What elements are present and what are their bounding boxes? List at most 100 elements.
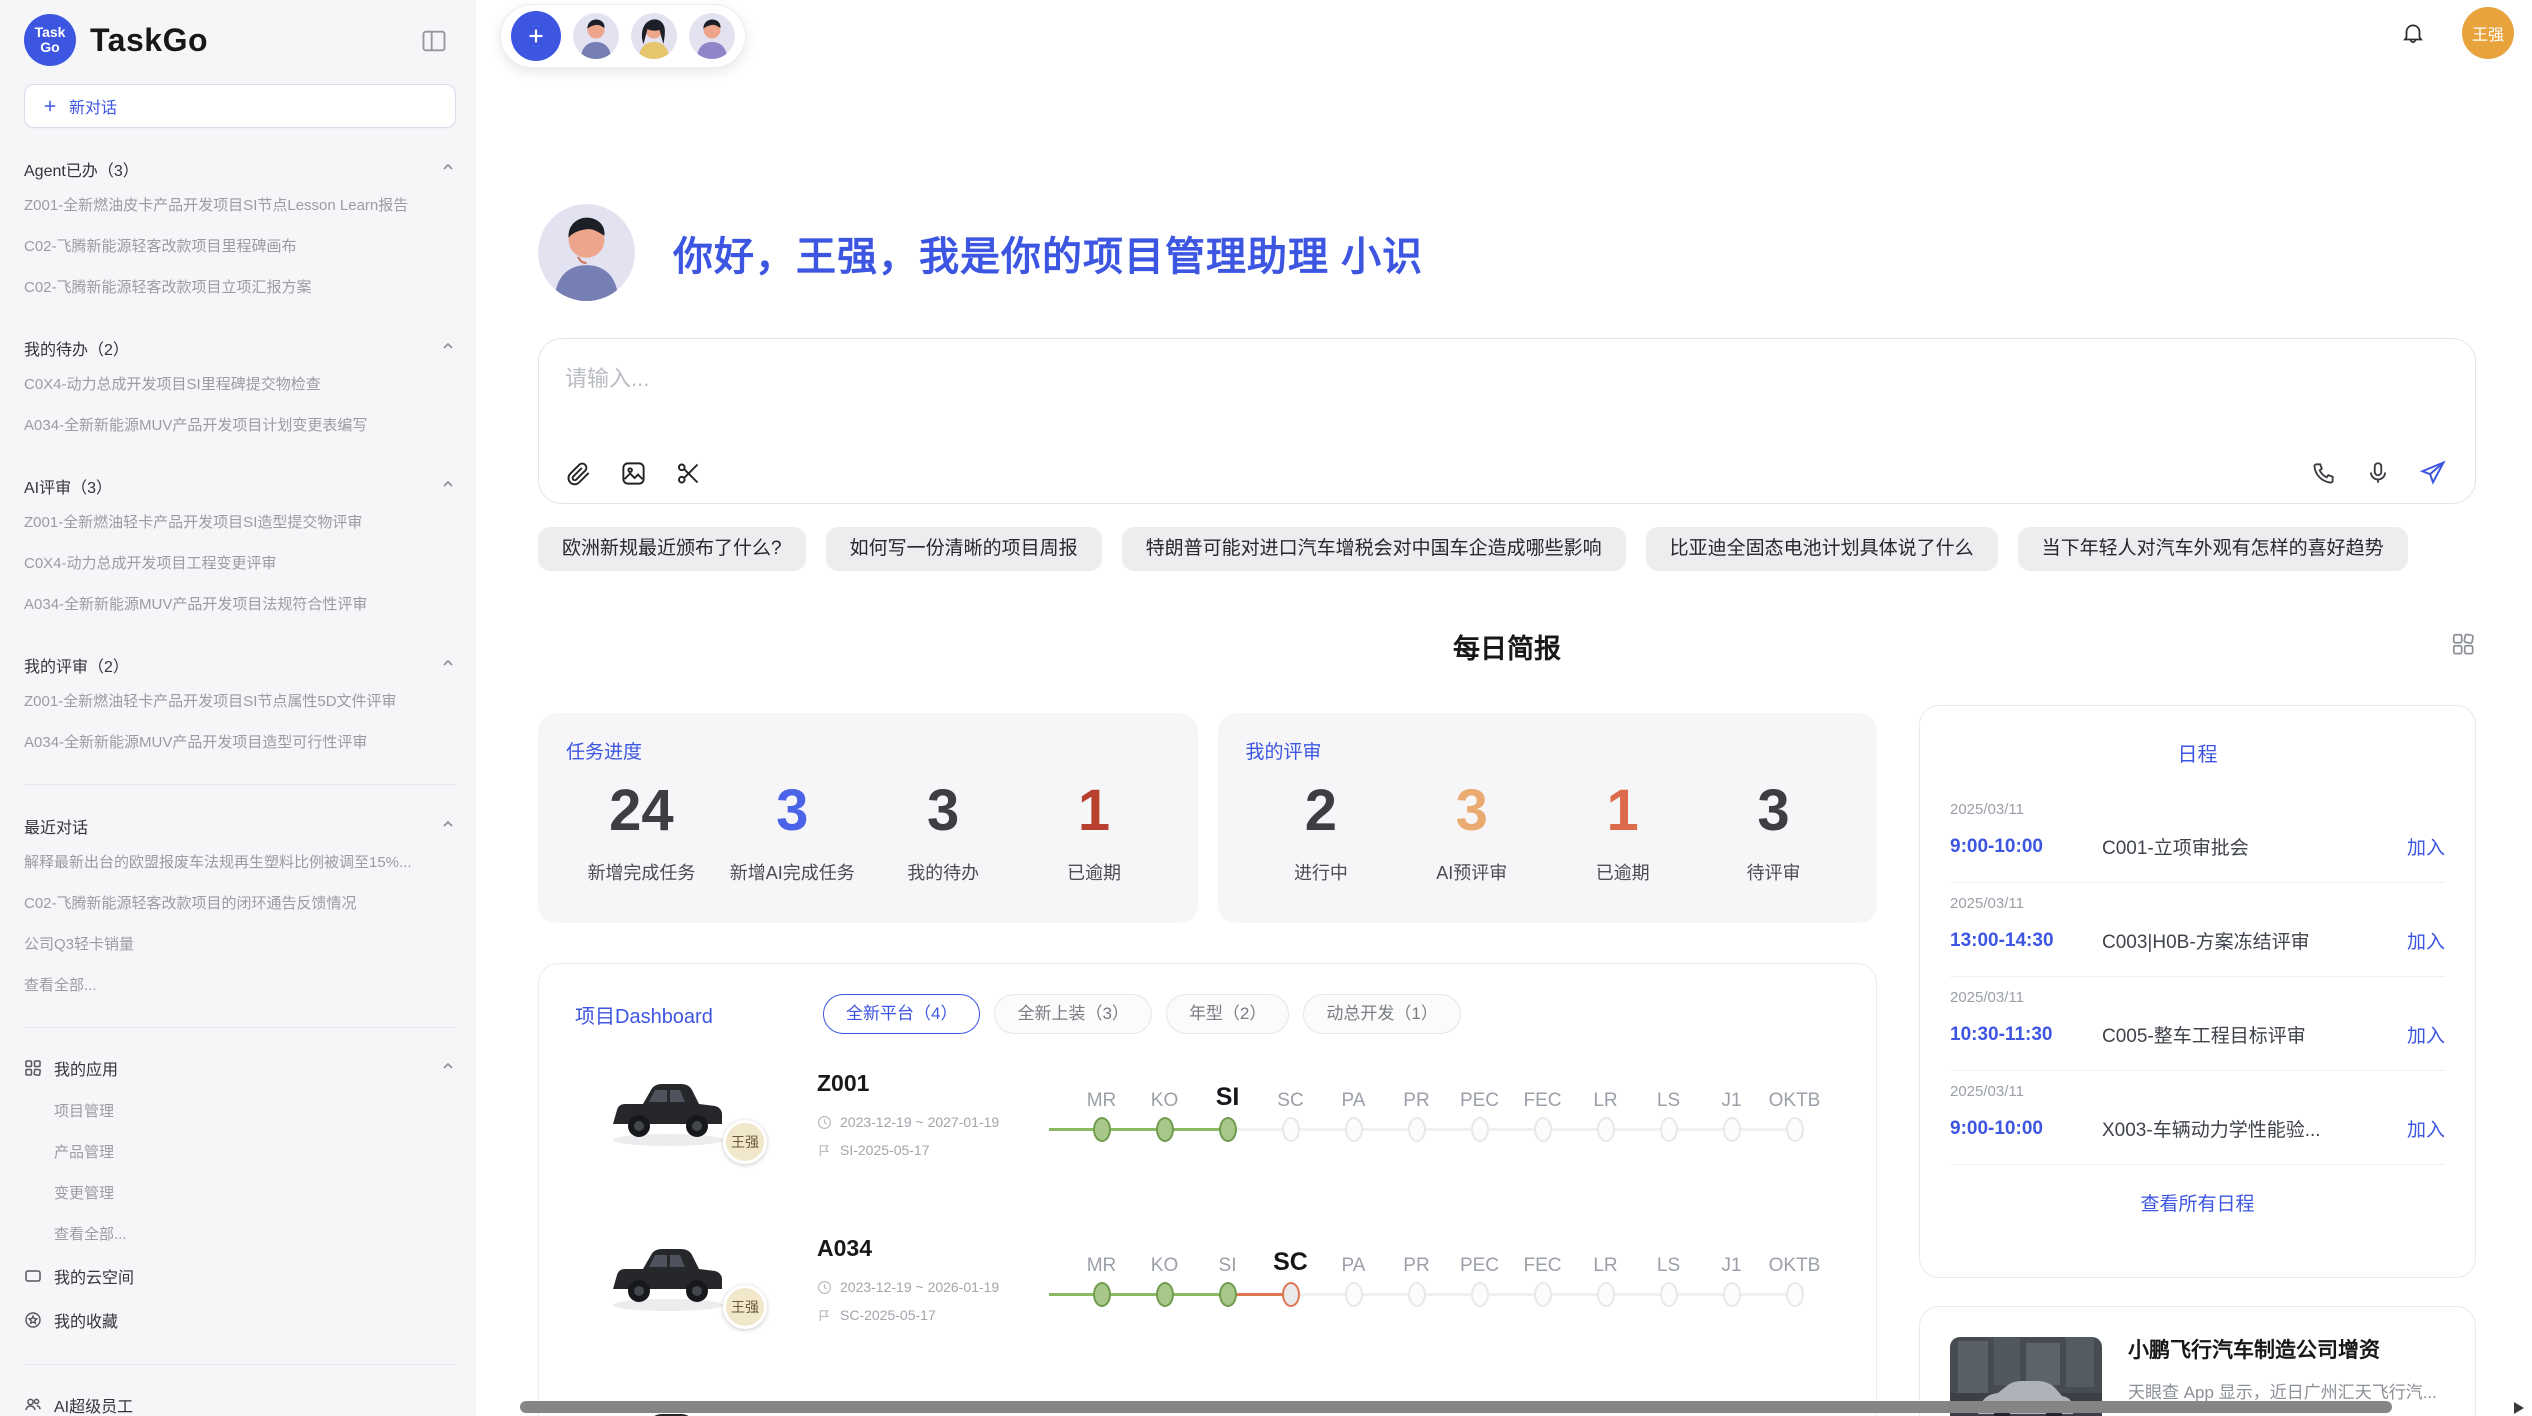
- dashboard-tab[interactable]: 年型（2）: [1166, 994, 1289, 1034]
- sidebar-item[interactable]: C0X4-动力总成开发项目工程变更评审: [24, 542, 456, 583]
- schedule-item-main: 10:30-11:30C005-整车工程目标评审加入: [1950, 1021, 2445, 1048]
- dashboard-tab[interactable]: 全新平台（4）: [823, 994, 980, 1034]
- suggestion-chip[interactable]: 欧洲新规最近颁布了什么?: [538, 527, 806, 571]
- sidebar-item[interactable]: C02-飞腾新能源轻客改款项目立项汇报方案: [24, 266, 456, 307]
- join-link[interactable]: 加入: [2395, 833, 2445, 860]
- sidebar-item[interactable]: Z001-全新燃油轻卡产品开发项目SI节点属性5D文件评审: [24, 680, 456, 721]
- recent-chat-item[interactable]: 公司Q3轻卡销量: [24, 923, 456, 964]
- milestone-dot-row: [1070, 1114, 1133, 1146]
- milestone-dot: [1408, 1117, 1426, 1142]
- milestone-line: [1740, 1128, 1764, 1131]
- suggestion-chip[interactable]: 比亚迪全固态电池计划具体说了什么: [1646, 527, 1998, 571]
- avatar[interactable]: [631, 13, 677, 59]
- milestone-label: PR: [1385, 1227, 1448, 1279]
- recent-chat-item[interactable]: C02-飞腾新能源轻客改款项目的闭环通告反馈情况: [24, 882, 456, 923]
- project-dates: 2023-12-19 ~ 2026-01-19: [817, 1279, 1027, 1295]
- suggestion-chip[interactable]: 特朗普可能对进口汽车增税会对中国车企造成哪些影响: [1122, 527, 1626, 571]
- sidebar-section-header[interactable]: AI评审（3）: [24, 471, 456, 501]
- app-item[interactable]: 产品管理: [54, 1131, 456, 1172]
- dashboard-tab[interactable]: 动总开发（1）: [1303, 994, 1460, 1034]
- project-dates: 2023-12-19 ~ 2027-01-19: [817, 1114, 1027, 1130]
- recent-chat-item[interactable]: 解释最新出台的欧盟报废车法规再生塑料比例被调至15%...: [24, 841, 456, 882]
- suggestion-chip[interactable]: 如何写一份清晰的项目周报: [826, 527, 1102, 571]
- sidebar-item[interactable]: Z001-全新燃油皮卡产品开发项目SI节点Lesson Learn报告: [24, 184, 456, 225]
- sidebar-section-header[interactable]: Agent已办（3）: [24, 154, 456, 184]
- stat-label: 新增完成任务: [566, 859, 717, 885]
- join-link[interactable]: 加入: [2395, 927, 2445, 954]
- join-link[interactable]: 加入: [2395, 1021, 2445, 1048]
- sidebar-item[interactable]: A034-全新新能源MUV产品开发项目计划变更表编写: [24, 404, 456, 445]
- stat-value: 1: [1547, 778, 1698, 845]
- scrollbar-right-arrow[interactable]: [2514, 1402, 2524, 1414]
- sidebar-item-ai-employee[interactable]: AI超级员工: [24, 1383, 456, 1416]
- paperclip-icon[interactable]: [565, 460, 592, 487]
- owner-badge: 王强: [723, 1120, 767, 1164]
- sidebar-section: AI评审（3）Z001-全新燃油轻卡产品开发项目SI造型提交物评审C0X4-动力…: [24, 471, 456, 624]
- sidebar-item[interactable]: A034-全新新能源MUV产品开发项目法规符合性评审: [24, 583, 456, 624]
- milestone-line: [1677, 1128, 1701, 1131]
- milestone-dot-row: [1448, 1279, 1511, 1311]
- send-icon[interactable]: [2419, 459, 2447, 487]
- chat-input[interactable]: [539, 339, 2475, 439]
- sidebar-item[interactable]: Z001-全新燃油轻卡产品开发项目SI造型提交物评审: [24, 501, 456, 542]
- scrollbar-thumb[interactable]: [520, 1401, 2392, 1413]
- milestone-dot: [1345, 1282, 1363, 1307]
- car-image: [603, 1227, 733, 1319]
- milestone-line: [1448, 1293, 1472, 1296]
- milestone-line: [1110, 1293, 1134, 1296]
- milestone-line: [1299, 1293, 1323, 1296]
- dashboard-tab[interactable]: 全新上装（3）: [994, 994, 1151, 1034]
- milestone-label: PA: [1322, 1062, 1385, 1114]
- phone-icon[interactable]: [2311, 460, 2337, 486]
- horizontal-scrollbar: [520, 1400, 2532, 1415]
- recent-chat-item[interactable]: 查看全部...: [24, 964, 456, 1005]
- my-apps-header[interactable]: 我的应用: [24, 1046, 456, 1090]
- recent-chats-header[interactable]: 最近对话: [24, 811, 456, 841]
- milestone-line: [1236, 1293, 1260, 1296]
- milestone-dot: [1156, 1117, 1174, 1142]
- milestone: MR: [1070, 1062, 1133, 1146]
- milestone-dot: [1471, 1282, 1489, 1307]
- layout-grid-icon[interactable]: [2450, 631, 2476, 662]
- sidebar-item-cloud-space[interactable]: 我的云空间: [24, 1254, 456, 1298]
- my-apps-list: 项目管理产品管理变更管理查看全部...: [54, 1090, 456, 1254]
- milestone-line: [1322, 1128, 1346, 1131]
- image-icon[interactable]: [620, 460, 647, 487]
- milestone-line: [1448, 1128, 1472, 1131]
- user-avatar[interactable]: 王强: [2462, 7, 2514, 59]
- sidebar-item[interactable]: C0X4-动力总成开发项目SI里程碑提交物检查: [24, 363, 456, 404]
- avatar[interactable]: [689, 13, 735, 59]
- sidebar-section-header[interactable]: 我的待办（2）: [24, 333, 456, 363]
- suggestion-chip[interactable]: 当下年轻人对汽车外观有怎样的喜好趋势: [2018, 527, 2408, 571]
- sidebar-item-favorites[interactable]: 我的收藏: [24, 1298, 456, 1342]
- milestone: J1: [1700, 1062, 1763, 1146]
- sidebar-item[interactable]: C02-飞腾新能源轻客改款项目里程碑画布: [24, 225, 456, 266]
- stat-value: 2: [1246, 778, 1397, 845]
- new-chat-button[interactable]: 新对话: [24, 84, 456, 128]
- app-item[interactable]: 变更管理: [54, 1172, 456, 1213]
- avatar[interactable]: [573, 13, 619, 59]
- stat-value: 3: [717, 778, 868, 845]
- new-session-button[interactable]: [511, 11, 561, 61]
- project-thumbnail: 王强: [603, 1227, 773, 1329]
- milestone-line: [1574, 1293, 1598, 1296]
- stat-card-title: 任务进度: [566, 737, 1170, 764]
- sidebar-collapse-icon[interactable]: [418, 25, 450, 57]
- milestone-label: LR: [1574, 1062, 1637, 1114]
- join-link[interactable]: 加入: [2395, 1115, 2445, 1142]
- microphone-icon[interactable]: [2365, 460, 2391, 486]
- milestone: LS: [1637, 1227, 1700, 1311]
- app-item[interactable]: 项目管理: [54, 1090, 456, 1131]
- schedule-item: 2025/03/1113:00-14:30C003|H0B-方案冻结评审加入: [1950, 883, 2445, 977]
- scissors-icon[interactable]: [675, 460, 702, 487]
- notification-bell-icon[interactable]: [2400, 20, 2426, 46]
- sidebar-section-header[interactable]: 我的评审（2）: [24, 650, 456, 680]
- view-all-schedule-link[interactable]: 查看所有日程: [1950, 1189, 2445, 1216]
- milestone: PR: [1385, 1227, 1448, 1311]
- milestone-line: [1511, 1293, 1535, 1296]
- sidebar-item[interactable]: A034-全新新能源MUV产品开发项目造型可行性评审: [24, 721, 456, 762]
- flag-icon: [817, 1143, 832, 1158]
- milestone-dot-row: [1385, 1114, 1448, 1146]
- app-item[interactable]: 查看全部...: [54, 1213, 456, 1254]
- schedule-date: 2025/03/11: [1950, 801, 2445, 818]
